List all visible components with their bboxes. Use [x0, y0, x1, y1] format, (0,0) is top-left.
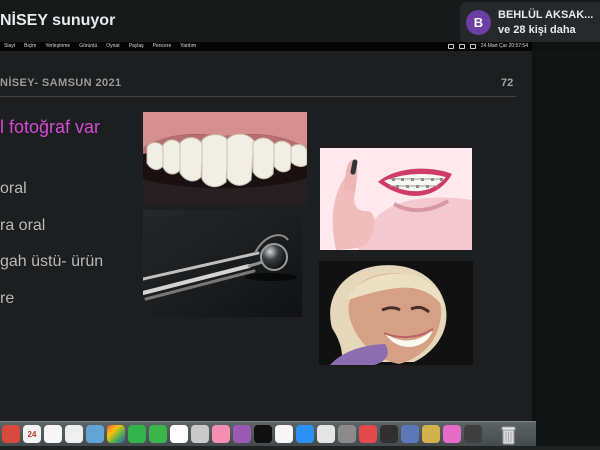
meeting-header: NİSEY sunuyor B BEHLÜL AKSAK... ve 28 ki… — [0, 0, 600, 42]
wifi-icon[interactable] — [447, 44, 454, 49]
menu-item-share[interactable]: Paylaş — [129, 42, 144, 51]
slide-bullet: re — [0, 290, 15, 307]
mac-dock: 24 — [0, 421, 536, 446]
slide-heading: l fotoğraf var — [0, 117, 101, 137]
books-icon[interactable] — [275, 425, 293, 443]
slide-divider — [0, 96, 516, 97]
safari-icon[interactable] — [338, 425, 356, 443]
participant-count: ve 28 kişi daha — [498, 24, 576, 36]
notes-icon[interactable] — [44, 425, 62, 443]
bottom-strip — [0, 446, 600, 450]
settings-icon[interactable] — [317, 425, 335, 443]
menu-item-window[interactable]: Pencere — [153, 42, 172, 51]
menu-item-view[interactable]: Görüntü — [79, 42, 97, 51]
reminders-icon[interactable] — [65, 425, 83, 443]
menu-item-format[interactable]: Biçim — [24, 42, 36, 51]
contacts-icon[interactable] — [191, 425, 209, 443]
slide-bullet: gah üstü- ürün — [0, 253, 104, 270]
menu-item-help[interactable]: Yardım — [180, 42, 196, 51]
podcasts-icon[interactable] — [233, 425, 251, 443]
side-panel — [536, 51, 600, 450]
preview-icon[interactable] — [422, 425, 440, 443]
search-icon[interactable] — [469, 44, 476, 49]
teeth-photo — [143, 112, 307, 204]
braces-smile-photo — [320, 148, 472, 250]
avatar: B — [466, 10, 491, 35]
dental-mirror-photo — [143, 210, 302, 317]
calendar-icon[interactable]: 24 — [23, 425, 41, 443]
finder-window-icon[interactable] — [401, 425, 419, 443]
music-icon[interactable] — [212, 425, 230, 443]
dental-mirror-image — [143, 210, 302, 317]
battery-icon[interactable] — [458, 44, 465, 49]
app-icon[interactable] — [443, 425, 461, 443]
menu-item-play[interactable]: Oynat — [106, 42, 119, 51]
facetime-icon[interactable] — [149, 425, 167, 443]
menu-status-area: 24 Mart Çar 20:57:54 — [447, 42, 528, 51]
smiling-woman-photo — [319, 261, 473, 365]
menu-item-arrange[interactable]: Yerleştirme — [45, 42, 70, 51]
app-icon[interactable] — [464, 425, 482, 443]
freeform-icon[interactable] — [170, 425, 188, 443]
mac-menu-bar: Slayt Biçim Yerleştirme Görüntü Oynat Pa… — [0, 42, 532, 51]
app-icon[interactable] — [2, 425, 20, 443]
slide-bullet: ra oral — [0, 217, 46, 234]
braces-smile-image — [320, 148, 472, 250]
keynote-icon[interactable] — [359, 425, 377, 443]
messages-icon[interactable] — [128, 425, 146, 443]
slide-number: 72 — [501, 77, 514, 89]
presentation-slide: NİSEY- SAMSUN 2021 72 l fotoğraf var ora… — [0, 51, 532, 422]
teeth-image — [143, 112, 307, 204]
trash-icon[interactable] — [500, 425, 517, 445]
clock[interactable]: 24 Mart Çar 20:57:54 — [481, 42, 528, 51]
maps-icon[interactable] — [86, 425, 104, 443]
menu-items: Slayt Biçim Yerleştirme Görüntü Oynat Pa… — [0, 42, 196, 51]
photos-icon[interactable] — [107, 425, 125, 443]
terminal-icon[interactable] — [380, 425, 398, 443]
slide-header: NİSEY- SAMSUN 2021 — [0, 77, 122, 89]
menu-item-slide[interactable]: Slayt — [4, 42, 15, 51]
smiling-woman-image — [319, 261, 473, 365]
presenter-title: NİSEY sunuyor — [0, 12, 116, 29]
participants-badge[interactable]: B BEHLÜL AKSAK... ve 28 kişi daha — [460, 2, 600, 42]
app-store-icon[interactable] — [296, 425, 314, 443]
participant-name: BEHLÜL AKSAK... — [498, 9, 594, 21]
slide-bullet: oral — [0, 180, 27, 197]
tv-icon[interactable] — [254, 425, 272, 443]
